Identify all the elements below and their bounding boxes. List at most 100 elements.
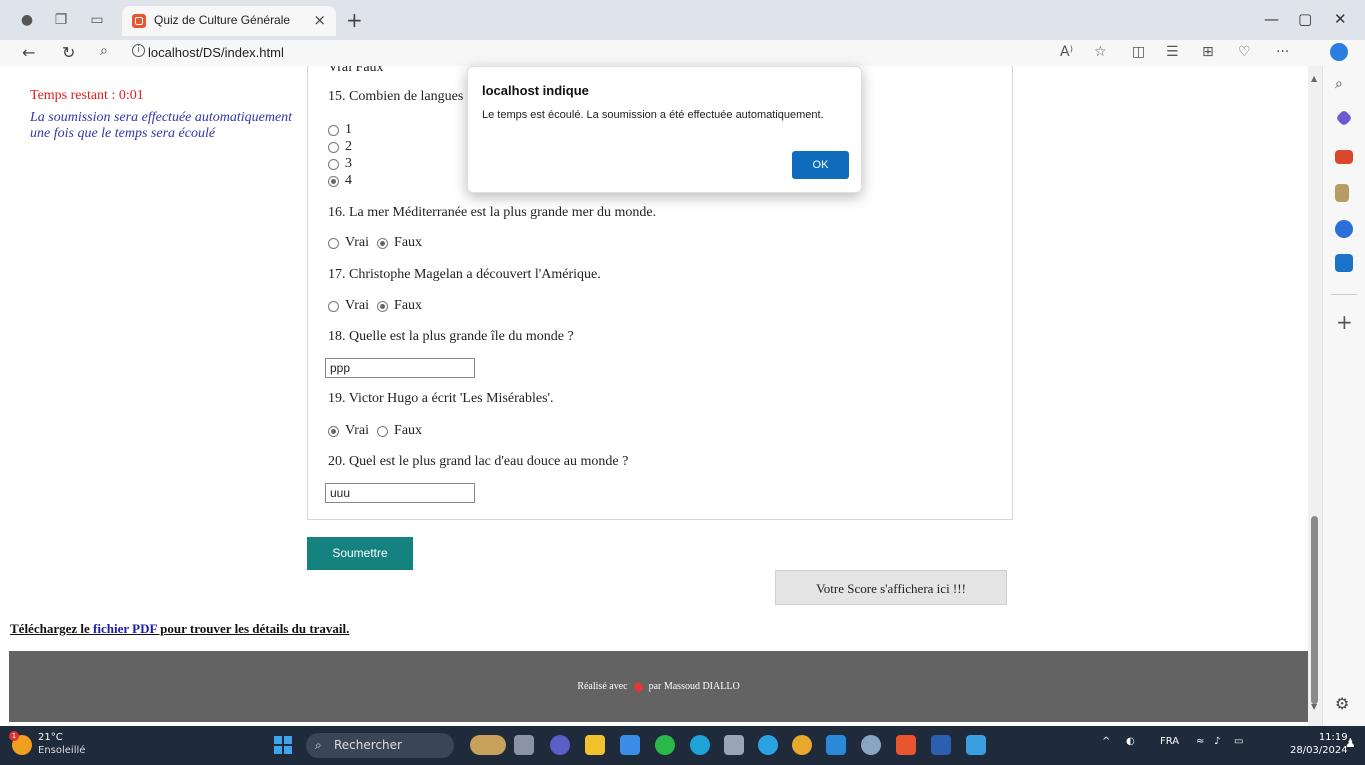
- scroll-down-icon[interactable]: ▼: [1311, 702, 1317, 711]
- chrome-icon[interactable]: [792, 735, 812, 755]
- site-favicon-icon: [132, 14, 146, 28]
- q15-option-1[interactable]: 1: [328, 122, 352, 138]
- site-info-icon[interactable]: i: [132, 44, 145, 57]
- refresh-icon[interactable]: ↻: [62, 43, 75, 62]
- minimize-button[interactable]: —: [1264, 10, 1279, 28]
- settings-app-icon[interactable]: [861, 735, 881, 755]
- option-label: 1: [345, 122, 352, 137]
- search-icon[interactable]: ⌕: [100, 43, 108, 59]
- faux-label: Faux: [394, 235, 423, 250]
- tray-app-icon[interactable]: ◐: [1126, 736, 1135, 747]
- taskbar-search[interactable]: ⌕ Rechercher: [306, 733, 454, 758]
- weather-temperature[interactable]: 21°C: [38, 732, 63, 743]
- photos-icon[interactable]: [966, 735, 986, 755]
- alert-dialog: localhost indique Le temps est écoulé. L…: [467, 66, 862, 193]
- workspaces-icon[interactable]: ❐: [50, 10, 72, 30]
- read-aloud-icon[interactable]: A⁾: [1060, 44, 1073, 60]
- submit-button[interactable]: Soumettre: [307, 537, 413, 570]
- back-icon[interactable]: ←: [22, 43, 35, 62]
- option-label: 3: [345, 156, 352, 171]
- score-display: Votre Score s'affichera ici !!!: [775, 570, 1007, 605]
- browser-essentials-icon[interactable]: ♡: [1238, 44, 1251, 60]
- pdf-prefix: Téléchargez le: [10, 621, 94, 636]
- sidebar-settings-icon[interactable]: ⚙: [1335, 694, 1349, 713]
- favorites-icon[interactable]: ☰: [1166, 44, 1179, 60]
- q14-partial-text: Vrai Faux: [328, 66, 384, 75]
- wifi-icon[interactable]: ≈: [1196, 736, 1204, 747]
- profile-icon[interactable]: ●: [16, 10, 38, 30]
- new-tab-button[interactable]: +: [346, 8, 363, 32]
- footer-suffix: par Massoud DIALLO: [648, 681, 740, 692]
- scroll-up-icon[interactable]: ▲: [1311, 74, 1317, 83]
- q19-options: Vrai Faux: [328, 423, 422, 439]
- pdf-suffix: pour trouver les détails du travail.: [156, 621, 350, 636]
- radio-checked[interactable]: [328, 175, 339, 187]
- q17-vrai-radio[interactable]: [328, 300, 339, 312]
- system-clock[interactable]: 11:19 28/03/2024: [1290, 731, 1348, 757]
- q18-answer-input[interactable]: ppp: [325, 358, 475, 378]
- mail-icon[interactable]: [620, 735, 640, 755]
- address-bar-row: ← ↻ ⌕ i localhost/DS/index.html A⁾ ☆ ◫ ☰…: [0, 40, 1365, 66]
- weather-badge: 1: [9, 731, 19, 741]
- q16-options: Vrai Faux: [328, 235, 422, 251]
- copilot-icon[interactable]: [1330, 43, 1348, 61]
- pdf-link[interactable]: fichier PDF: [93, 621, 157, 636]
- file-explorer-icon[interactable]: [585, 735, 605, 755]
- favorite-star-icon[interactable]: ☆: [1094, 44, 1107, 60]
- q16-vrai-radio[interactable]: [328, 237, 339, 249]
- scroll-thumb[interactable]: [1311, 516, 1318, 704]
- sidebar-shopping-icon[interactable]: [1335, 109, 1353, 127]
- sidebar-outlook-icon[interactable]: [1335, 254, 1353, 272]
- radio[interactable]: [328, 141, 339, 153]
- close-window-button[interactable]: ✕: [1334, 10, 1347, 28]
- q17-faux-radio[interactable]: [377, 300, 389, 312]
- vscode-icon[interactable]: [826, 735, 846, 755]
- word-icon[interactable]: [931, 735, 951, 755]
- tray-expand-icon[interactable]: ^: [1102, 736, 1110, 747]
- url-field[interactable]: localhost/DS/index.html: [148, 45, 284, 60]
- tab-quiz[interactable]: Quiz de Culture Générale ×: [122, 6, 336, 36]
- xampp-icon[interactable]: [896, 735, 916, 755]
- clock-date: 28/03/2024: [1290, 745, 1348, 756]
- q19-faux-radio[interactable]: [377, 425, 389, 437]
- page-scrollbar[interactable]: ▲ ▼: [1308, 66, 1322, 726]
- weather-description[interactable]: Ensoleillé: [38, 745, 85, 756]
- whatsapp-icon[interactable]: [655, 735, 675, 755]
- q15-option-4[interactable]: 4: [328, 173, 352, 189]
- dialog-ok-button[interactable]: OK: [792, 151, 849, 179]
- radio[interactable]: [328, 158, 339, 170]
- q15-option-3[interactable]: 3: [328, 156, 352, 172]
- maximize-button[interactable]: ▢: [1298, 10, 1312, 28]
- windows-start-icon[interactable]: [274, 736, 292, 754]
- telegram-icon[interactable]: [758, 735, 778, 755]
- sidebar-search-icon[interactable]: ⌕: [1335, 76, 1353, 94]
- notification-bell-icon[interactable]: ♟: [1345, 736, 1356, 750]
- vrai-label: Vrai: [345, 235, 370, 250]
- volume-icon[interactable]: ♪: [1214, 736, 1220, 747]
- copilot-widget-icon[interactable]: [470, 735, 506, 755]
- q19-vrai-radio[interactable]: [328, 425, 339, 437]
- collections-icon[interactable]: ⊞: [1202, 44, 1214, 60]
- edge-icon[interactable]: [690, 735, 710, 755]
- sidebar-tools-icon[interactable]: [1335, 150, 1353, 164]
- faux-label: Faux: [394, 423, 423, 438]
- sidebar-microsoft365-icon[interactable]: [1335, 220, 1353, 238]
- question-15: 15. Combien de langues o: [328, 89, 474, 104]
- radio[interactable]: [328, 124, 339, 136]
- q15-option-2[interactable]: 2: [328, 139, 352, 155]
- q20-answer-input[interactable]: uuu: [325, 483, 475, 503]
- tab-close-icon[interactable]: ×: [313, 11, 326, 29]
- battery-icon[interactable]: ▭: [1234, 736, 1243, 747]
- virtualbox-icon[interactable]: [724, 735, 744, 755]
- sidebar-add-icon[interactable]: +: [1336, 310, 1353, 334]
- vrai-label: Vrai: [345, 298, 370, 313]
- more-options-icon[interactable]: ···: [1276, 44, 1289, 60]
- split-screen-icon[interactable]: ◫: [1132, 44, 1145, 60]
- language-indicator[interactable]: FRA: [1160, 736, 1179, 747]
- tab-title: Quiz de Culture Générale: [154, 13, 291, 27]
- tab-actions-icon[interactable]: ▭: [86, 10, 108, 30]
- sidebar-games-icon[interactable]: [1335, 184, 1349, 202]
- task-view-icon[interactable]: [514, 735, 534, 755]
- q16-faux-radio[interactable]: [377, 237, 389, 249]
- teams-icon[interactable]: [550, 735, 570, 755]
